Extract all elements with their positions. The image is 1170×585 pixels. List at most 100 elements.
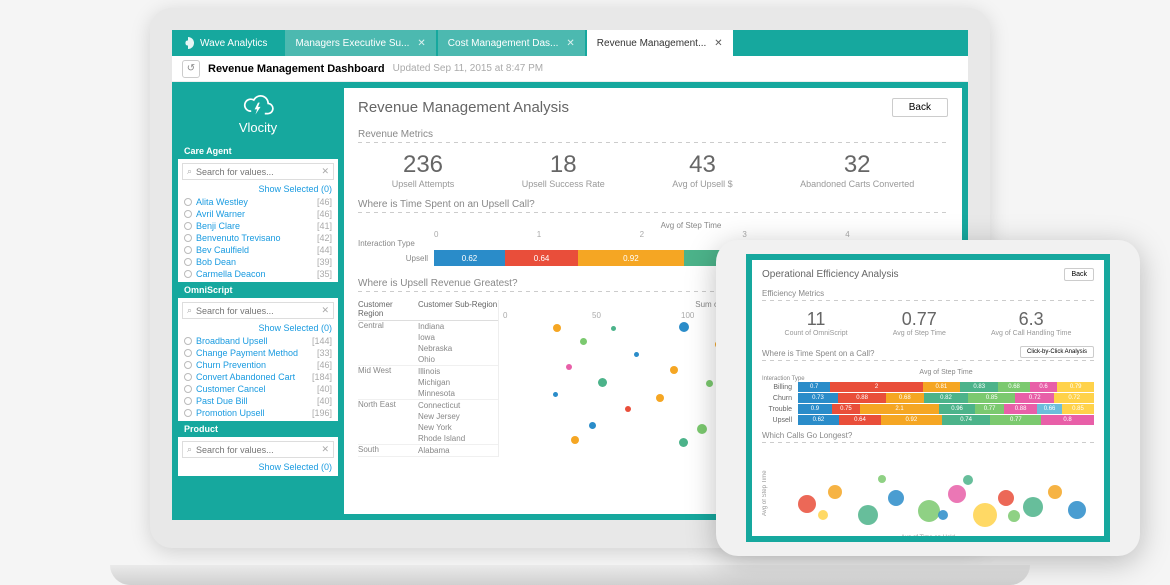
tab[interactable]: Cost Management Das...✕ xyxy=(438,30,585,56)
bubble-point[interactable] xyxy=(918,500,940,522)
bar-segment[interactable]: 0.88 xyxy=(1004,404,1037,414)
bar-segment[interactable]: 0.64 xyxy=(505,250,578,266)
bar-segment[interactable]: 0.96 xyxy=(939,404,975,414)
scatter-dot[interactable] xyxy=(553,324,561,332)
filter-option[interactable]: Broadband Upsell[144] xyxy=(178,335,338,347)
history-back-button[interactable]: ↺ xyxy=(182,60,200,78)
bar-segment[interactable]: 0.82 xyxy=(924,393,969,403)
bar-segment[interactable]: 0.74 xyxy=(942,415,991,425)
bubble-point[interactable] xyxy=(818,510,828,520)
bar-segment[interactable]: 0.9 xyxy=(798,404,832,414)
filter-option[interactable]: Bob Dean[39] xyxy=(178,256,338,268)
scatter-dot[interactable] xyxy=(706,380,713,387)
clear-icon[interactable]: ✕ xyxy=(321,305,329,316)
close-icon[interactable]: ✕ xyxy=(714,38,722,49)
filter-option[interactable]: Past Due Bill[40] xyxy=(178,395,338,407)
filter-option[interactable]: Bev Caulfield[44] xyxy=(178,244,338,256)
click-analysis-button[interactable]: Click-by-Click Analysis xyxy=(1020,346,1094,358)
bar-segment[interactable]: 0.64 xyxy=(839,415,881,425)
bar-segment[interactable]: 0.79 xyxy=(1057,382,1093,392)
show-selected-link[interactable]: Show Selected (0) xyxy=(178,462,338,474)
bubble-point[interactable] xyxy=(1068,501,1086,519)
bar-segment[interactable]: 0.62 xyxy=(434,250,505,266)
filter-option[interactable]: Alita Westley[46] xyxy=(178,196,338,208)
bar-segment[interactable]: 0.77 xyxy=(975,404,1004,414)
search-input[interactable] xyxy=(196,445,317,455)
bar-segment[interactable]: 0.72 xyxy=(1015,393,1054,403)
bar-segment[interactable]: 0.6 xyxy=(1030,382,1058,392)
bar-segment[interactable]: 0.88 xyxy=(838,393,886,403)
filter-option[interactable]: Change Payment Method[33] xyxy=(178,347,338,359)
close-icon[interactable]: ✕ xyxy=(566,38,574,49)
filter-option[interactable]: Avril Warner[46] xyxy=(178,208,338,220)
bubble-point[interactable] xyxy=(963,475,973,485)
bar-segment[interactable]: 0.8 xyxy=(1041,415,1094,425)
scatter-dot[interactable] xyxy=(679,322,689,332)
filter-option[interactable]: Carmella Deacon[35] xyxy=(178,268,338,280)
scatter-dot[interactable] xyxy=(670,366,678,374)
wave-home-tab[interactable]: Wave Analytics xyxy=(172,30,283,56)
bubble-point[interactable] xyxy=(888,490,904,506)
scatter-dot[interactable] xyxy=(571,436,579,444)
bubble-point[interactable] xyxy=(798,495,816,513)
filter-option[interactable]: Customer Cancel[40] xyxy=(178,383,338,395)
bubble-point[interactable] xyxy=(998,490,1014,506)
filter-option[interactable]: Churn Prevention[46] xyxy=(178,359,338,371)
bar-segment[interactable]: 0.66 xyxy=(1037,404,1062,414)
filter-option[interactable]: Convert Abandoned Cart[184] xyxy=(178,371,338,383)
filter-option[interactable]: Benji Clare[41] xyxy=(178,220,338,232)
radio-icon xyxy=(184,222,192,230)
scatter-dot[interactable] xyxy=(656,394,664,402)
bar-segment[interactable]: 0.73 xyxy=(798,393,838,403)
search-input[interactable] xyxy=(196,306,317,316)
filter-option[interactable]: Promotion Upsell[196] xyxy=(178,407,338,419)
back-button[interactable]: Back xyxy=(892,98,948,117)
bar-segment[interactable]: 0.81 xyxy=(923,382,960,392)
bar-segment[interactable]: 0.92 xyxy=(881,415,942,425)
search-input[interactable] xyxy=(196,167,317,177)
bubble-point[interactable] xyxy=(1023,497,1043,517)
scatter-dot[interactable] xyxy=(553,392,558,397)
scatter-dot[interactable] xyxy=(697,424,707,434)
clear-icon[interactable]: ✕ xyxy=(321,166,329,177)
tablet-frame: Operational Efficiency Analysis Back Eff… xyxy=(746,254,1110,542)
tab[interactable]: Revenue Management...✕ xyxy=(587,30,733,56)
bar-segment[interactable]: 0.85 xyxy=(968,393,1015,403)
bar-segment[interactable]: 0.68 xyxy=(998,382,1029,392)
scatter-dot[interactable] xyxy=(580,338,587,345)
bar-segment[interactable]: 0.72 xyxy=(1054,393,1093,403)
tablet-back-button[interactable]: Back xyxy=(1064,268,1094,281)
bar-segment[interactable]: 0.68 xyxy=(886,393,923,403)
bar-segment[interactable]: 2.1 xyxy=(860,404,939,414)
scatter-dot[interactable] xyxy=(566,364,572,370)
metric-value: 11 xyxy=(785,309,848,330)
bar-segment[interactable]: 0.92 xyxy=(578,250,683,266)
bar-segment[interactable]: 2 xyxy=(830,382,922,392)
bubble-point[interactable] xyxy=(858,505,878,525)
bubble-point[interactable] xyxy=(1008,510,1020,522)
bubble-point[interactable] xyxy=(878,475,886,483)
bubble-point[interactable] xyxy=(938,510,948,520)
show-selected-link[interactable]: Show Selected (0) xyxy=(178,184,338,196)
bubble-point[interactable] xyxy=(973,503,997,527)
show-selected-link[interactable]: Show Selected (0) xyxy=(178,323,338,335)
bubble-point[interactable] xyxy=(1048,485,1062,499)
clear-icon[interactable]: ✕ xyxy=(321,444,329,455)
bar-segment[interactable]: 0.77 xyxy=(990,415,1041,425)
tab[interactable]: Managers Executive Su...✕ xyxy=(285,30,435,56)
bar-segment[interactable]: 0.85 xyxy=(1062,404,1094,414)
scatter-dot[interactable] xyxy=(625,406,631,412)
bar-segment[interactable]: 0.7 xyxy=(798,382,830,392)
scatter-dot[interactable] xyxy=(611,326,616,331)
bubble-point[interactable] xyxy=(828,485,842,499)
bubble-point[interactable] xyxy=(948,485,966,503)
scatter-dot[interactable] xyxy=(634,352,639,357)
close-icon[interactable]: ✕ xyxy=(417,38,425,49)
scatter-dot[interactable] xyxy=(589,422,596,429)
filter-option[interactable]: Benvenuto Trevisano[42] xyxy=(178,232,338,244)
scatter-dot[interactable] xyxy=(679,438,688,447)
bar-segment[interactable]: 0.83 xyxy=(960,382,998,392)
scatter-dot[interactable] xyxy=(598,378,607,387)
bar-segment[interactable]: 0.62 xyxy=(798,415,839,425)
bar-segment[interactable]: 0.75 xyxy=(832,404,860,414)
